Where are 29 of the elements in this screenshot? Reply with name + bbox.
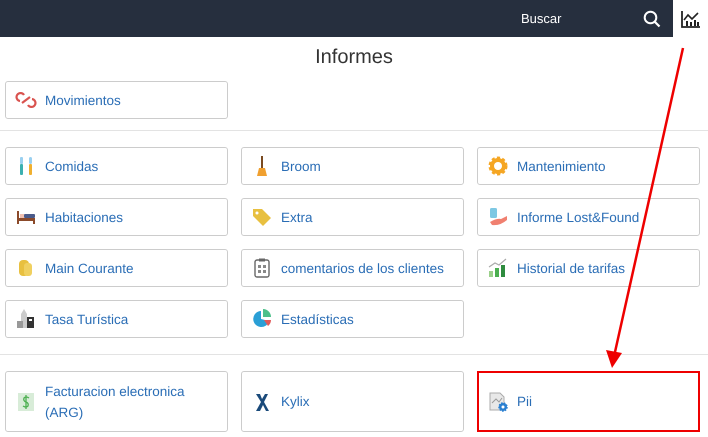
report-link[interactable]: Informe Lost&Found [477, 198, 700, 236]
page-title: Informes [314, 45, 394, 70]
bar-chart-icon [487, 257, 509, 279]
chart-icon [680, 10, 700, 28]
report-link[interactable]: Facturacion electronica (ARG) [5, 371, 228, 432]
report-link[interactable]: comentarios de los clientes [241, 249, 464, 287]
report-link[interactable]: Mantenimiento [477, 147, 700, 185]
document-gear-icon [487, 390, 509, 412]
report-link[interactable]: Extra [241, 198, 464, 236]
report-link[interactable]: Pii [477, 371, 700, 432]
report-link[interactable]: Tasa Turística [5, 300, 228, 338]
link-icon [15, 89, 37, 111]
reports-tab[interactable] [673, 0, 708, 37]
report-link[interactable]: Historial de tarifas [477, 249, 700, 287]
tag-icon [251, 206, 273, 228]
report-link[interactable]: Estadísticas [241, 300, 464, 338]
report-link[interactable]: Kylix [241, 371, 464, 432]
building-icon [15, 308, 37, 330]
pie-chart-icon [251, 308, 273, 330]
report-link[interactable]: Habitaciones [5, 198, 228, 236]
search-icon[interactable] [643, 10, 661, 28]
report-link[interactable]: Comidas [5, 147, 228, 185]
search-field[interactable]: Buscar [521, 11, 631, 26]
report-link[interactable]: Movimientos [5, 81, 228, 119]
dollar-icon [15, 390, 37, 412]
hand-icon [487, 206, 509, 228]
gear-icon [487, 155, 509, 177]
report-link[interactable]: Main Courante [5, 249, 228, 287]
report-link[interactable]: Broom [241, 147, 464, 185]
